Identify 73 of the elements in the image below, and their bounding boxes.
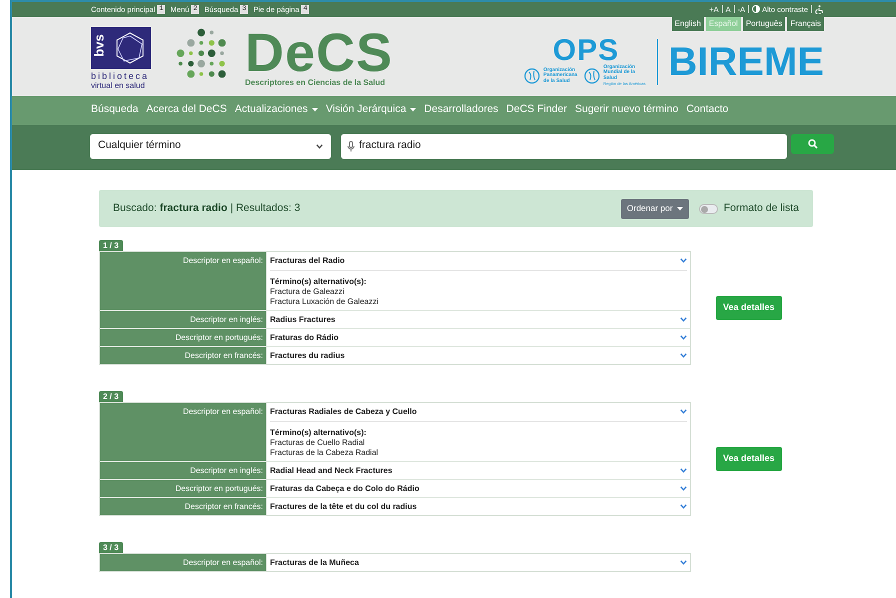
alternative-term: Fractura de Galeazzi — [270, 287, 346, 297]
bvs-logo-line: biblioteca — [91, 70, 150, 81]
nav-link[interactable]: Acerca del DeCS — [146, 102, 227, 118]
nav-link[interactable]: DeCS Finder — [506, 102, 567, 118]
search-field[interactable]: fractura radio — [341, 134, 787, 159]
descriptor-label: Descriptor en inglés: — [100, 462, 267, 479]
result-index-badge: 3 / 3 — [99, 542, 123, 553]
accessibility-icon[interactable] — [815, 4, 824, 14]
search-icon — [808, 138, 818, 149]
list-format-label: Formato de lista — [724, 200, 799, 216]
nav-link[interactable]: Contacto — [686, 102, 728, 118]
nav-link[interactable]: Desarrolladores — [424, 102, 498, 118]
search-scope-select[interactable]: Cualquier término — [90, 134, 331, 159]
caret-icon — [312, 108, 318, 112]
caret-icon — [410, 108, 416, 112]
contrast-icon — [752, 5, 760, 14]
bireme-logo-text: BIREME — [668, 42, 824, 82]
nav-link[interactable]: Búsqueda — [91, 102, 138, 118]
nav-link[interactable]: Actualizaciones — [234, 102, 318, 118]
chevron-down-icon[interactable] — [680, 486, 687, 491]
descriptor-label: Descriptor en francés: — [100, 498, 267, 515]
chevron-down-icon[interactable] — [680, 258, 687, 263]
bvs-logo-text: bvs — [92, 34, 106, 56]
descriptor-value: Fractures du radius — [270, 350, 345, 361]
list-format-toggle[interactable] — [698, 204, 718, 214]
descriptor-label: Descriptor en español: — [100, 403, 267, 461]
nav-link[interactable]: Sugerir nuevo término — [575, 102, 678, 118]
descriptor-label: Descriptor en portugués: — [100, 329, 267, 346]
chevron-down-icon[interactable] — [680, 409, 687, 414]
sort-button[interactable]: Ordenar por — [620, 198, 689, 218]
chevron-down-icon[interactable] — [680, 468, 687, 473]
chevron-down-icon[interactable] — [680, 504, 687, 509]
search-button[interactable] — [791, 134, 834, 154]
details-button[interactable]: Vea detalles — [716, 447, 782, 471]
nav-link[interactable]: Visión Jerárquica — [326, 102, 416, 118]
decs-logo-subtitle: Descriptores en Ciencias de la Salud — [245, 78, 386, 88]
decs-logo-title: DeCS — [245, 28, 394, 78]
descriptor-value: Fraturas do Rádio — [270, 332, 338, 343]
descriptor-value: Radius Fractures — [270, 314, 336, 325]
alternative-term: Fracturas de la Cabeza Radial — [270, 448, 380, 458]
chevron-down-icon[interactable] — [680, 353, 687, 358]
search-summary-text: Buscado: fractura radio | Resultados: 3 — [113, 200, 300, 216]
result-index-badge: 1 / 3 — [99, 240, 123, 251]
alternative-term: Fractura Luxación de Galeazzi — [270, 297, 380, 307]
descriptor-value: Fracturas de la Muñeca — [270, 557, 359, 568]
descriptor-label: Descriptor en español: — [100, 252, 267, 310]
descriptor-value: Fracturas Radiales de Cabeza y Cuello — [270, 406, 417, 417]
details-button[interactable]: Vea detalles — [716, 296, 782, 320]
language-tab[interactable]: Português — [742, 16, 786, 31]
descriptor-label: Descriptor en francés: — [100, 347, 267, 364]
caret-icon — [676, 206, 683, 210]
microphone-icon[interactable] — [347, 140, 355, 152]
descriptor-value: Fraturas da Cabeça e do Colo do Rádio — [270, 483, 420, 494]
language-tab[interactable]: Français — [787, 16, 824, 31]
descriptor-label: Descriptor en portugués: — [100, 480, 267, 497]
descriptor-value: Fractures de la tête et du col du radius — [270, 501, 417, 512]
alternative-terms-heading: Término(s) alternativo(s): — [270, 277, 368, 287]
chevron-down-icon — [316, 144, 323, 149]
descriptor-label: Descriptor en inglés: — [100, 311, 267, 328]
globe-emblem-icon — [524, 68, 540, 84]
ops-logo-title: OPS — [552, 36, 620, 65]
chevron-down-icon[interactable] — [680, 560, 687, 565]
descriptor-label: Descriptor en español: — [100, 554, 267, 571]
alternative-terms-heading: Término(s) alternativo(s): — [270, 428, 368, 438]
result-index-badge: 2 / 3 — [99, 391, 123, 402]
descriptor-value: Radial Head and Neck Fractures — [270, 465, 392, 476]
descriptor-value: Fracturas del Radio — [270, 255, 345, 266]
alternative-term: Fracturas de Cuello Radial — [270, 438, 366, 448]
language-tab[interactable]: English — [672, 16, 704, 31]
globe-emblem-icon — [584, 68, 600, 84]
bvs-logo-line: virtual en salud — [91, 80, 146, 90]
chevron-down-icon[interactable] — [680, 317, 687, 322]
chevron-down-icon[interactable] — [680, 335, 687, 340]
